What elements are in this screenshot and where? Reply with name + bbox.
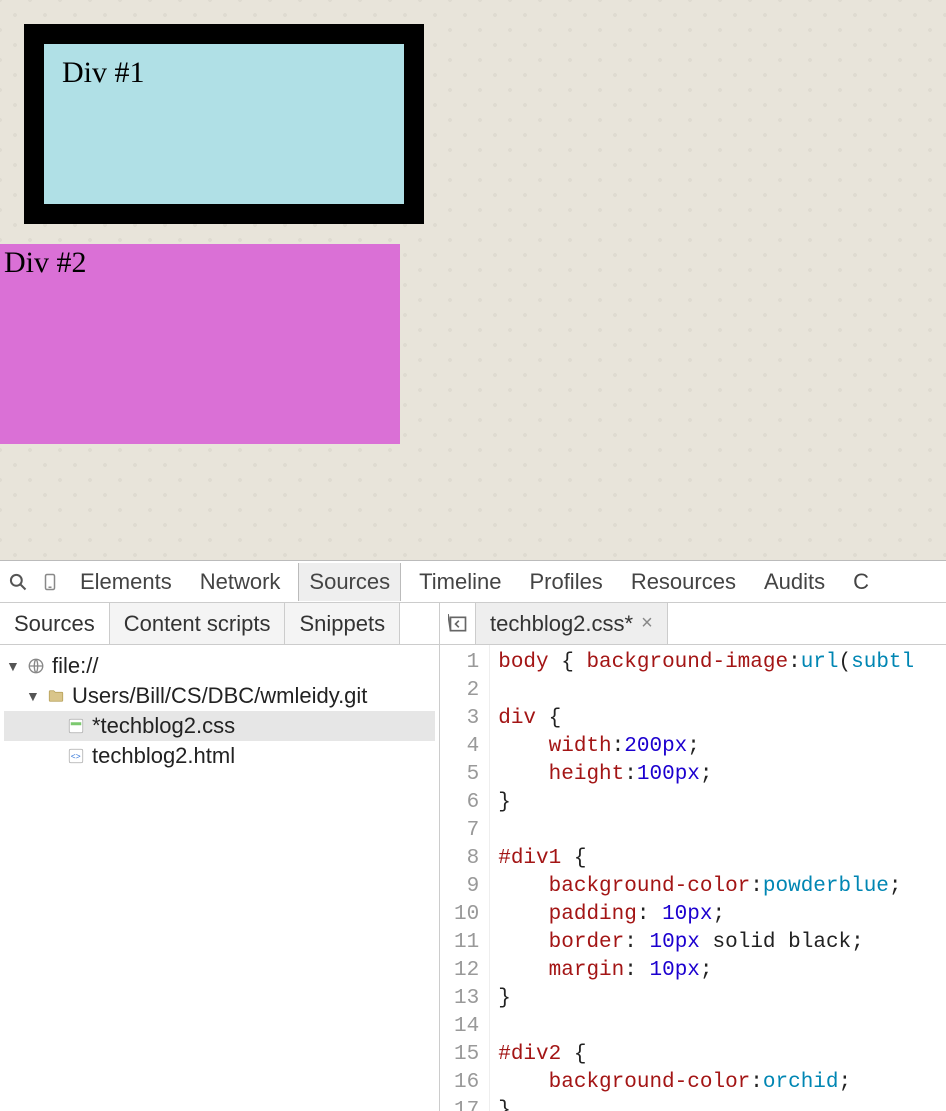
tree-folder-label: Users/Bill/CS/DBC/wmleidy.git	[72, 683, 367, 709]
tab-sources[interactable]: Sources	[298, 563, 401, 601]
tree-file-label: techblog2.html	[92, 743, 235, 769]
css-file-icon	[66, 716, 86, 736]
div2-box: Div #2	[0, 244, 400, 444]
tab-resources[interactable]: Resources	[621, 563, 746, 601]
editor-nav-icon[interactable]	[440, 603, 476, 644]
disclosure-down-icon: ▼	[26, 688, 40, 704]
tree-root[interactable]: ▼ file://	[4, 651, 435, 681]
tree-file-html[interactable]: <> techblog2.html	[4, 741, 435, 771]
sources-subtabs: Sources Content scripts Snippets	[0, 603, 439, 645]
close-icon[interactable]: ×	[641, 612, 653, 635]
folder-icon	[46, 686, 66, 706]
div1-box: Div #1	[24, 24, 424, 224]
line-gutter: 1234567891011121314151617	[440, 645, 490, 1111]
tab-profiles[interactable]: Profiles	[519, 563, 612, 601]
tab-audits[interactable]: Audits	[754, 563, 835, 601]
devtools-toolbar: Elements Network Sources Timeline Profil…	[0, 561, 946, 603]
tab-timeline[interactable]: Timeline	[409, 563, 511, 601]
page-preview: Div #1 Div #2	[0, 0, 946, 560]
tab-elements[interactable]: Elements	[70, 563, 182, 601]
tab-overflow[interactable]: C	[843, 563, 879, 601]
device-icon[interactable]	[38, 570, 62, 594]
file-tree: ▼ file:// ▼ Users/Bill/CS/DBC/wmleidy.gi…	[0, 645, 439, 777]
svg-text:<>: <>	[71, 753, 81, 762]
tree-folder[interactable]: ▼ Users/Bill/CS/DBC/wmleidy.git	[4, 681, 435, 711]
editor-tab-title: techblog2.css*	[490, 611, 633, 637]
div2-label: Div #2	[4, 246, 87, 279]
disclosure-down-icon: ▼	[6, 658, 20, 674]
devtools-panel: Elements Network Sources Timeline Profil…	[0, 560, 946, 1111]
tab-network[interactable]: Network	[190, 563, 291, 601]
code-editor[interactable]: 1234567891011121314151617 body { backgro…	[440, 645, 946, 1111]
subtab-content-scripts[interactable]: Content scripts	[110, 603, 286, 644]
editor-pane: techblog2.css* × 12345678910111213141516…	[440, 603, 946, 1111]
search-icon[interactable]	[6, 570, 30, 594]
sources-sidebar: Sources Content scripts Snippets ▼ file:…	[0, 603, 440, 1111]
editor-tab[interactable]: techblog2.css* ×	[476, 603, 668, 644]
subtab-snippets[interactable]: Snippets	[285, 603, 400, 644]
devtools-body: Sources Content scripts Snippets ▼ file:…	[0, 603, 946, 1111]
editor-tabbar: techblog2.css* ×	[440, 603, 946, 645]
div1-label: Div #1	[62, 56, 145, 89]
code-content[interactable]: body { background-image:url(subtl div { …	[490, 645, 914, 1111]
subtab-sources[interactable]: Sources	[0, 603, 110, 644]
globe-icon	[26, 656, 46, 676]
html-file-icon: <>	[66, 746, 86, 766]
tree-file-css[interactable]: *techblog2.css	[4, 711, 435, 741]
tree-file-label: *techblog2.css	[92, 713, 235, 739]
tree-root-label: file://	[52, 653, 98, 679]
